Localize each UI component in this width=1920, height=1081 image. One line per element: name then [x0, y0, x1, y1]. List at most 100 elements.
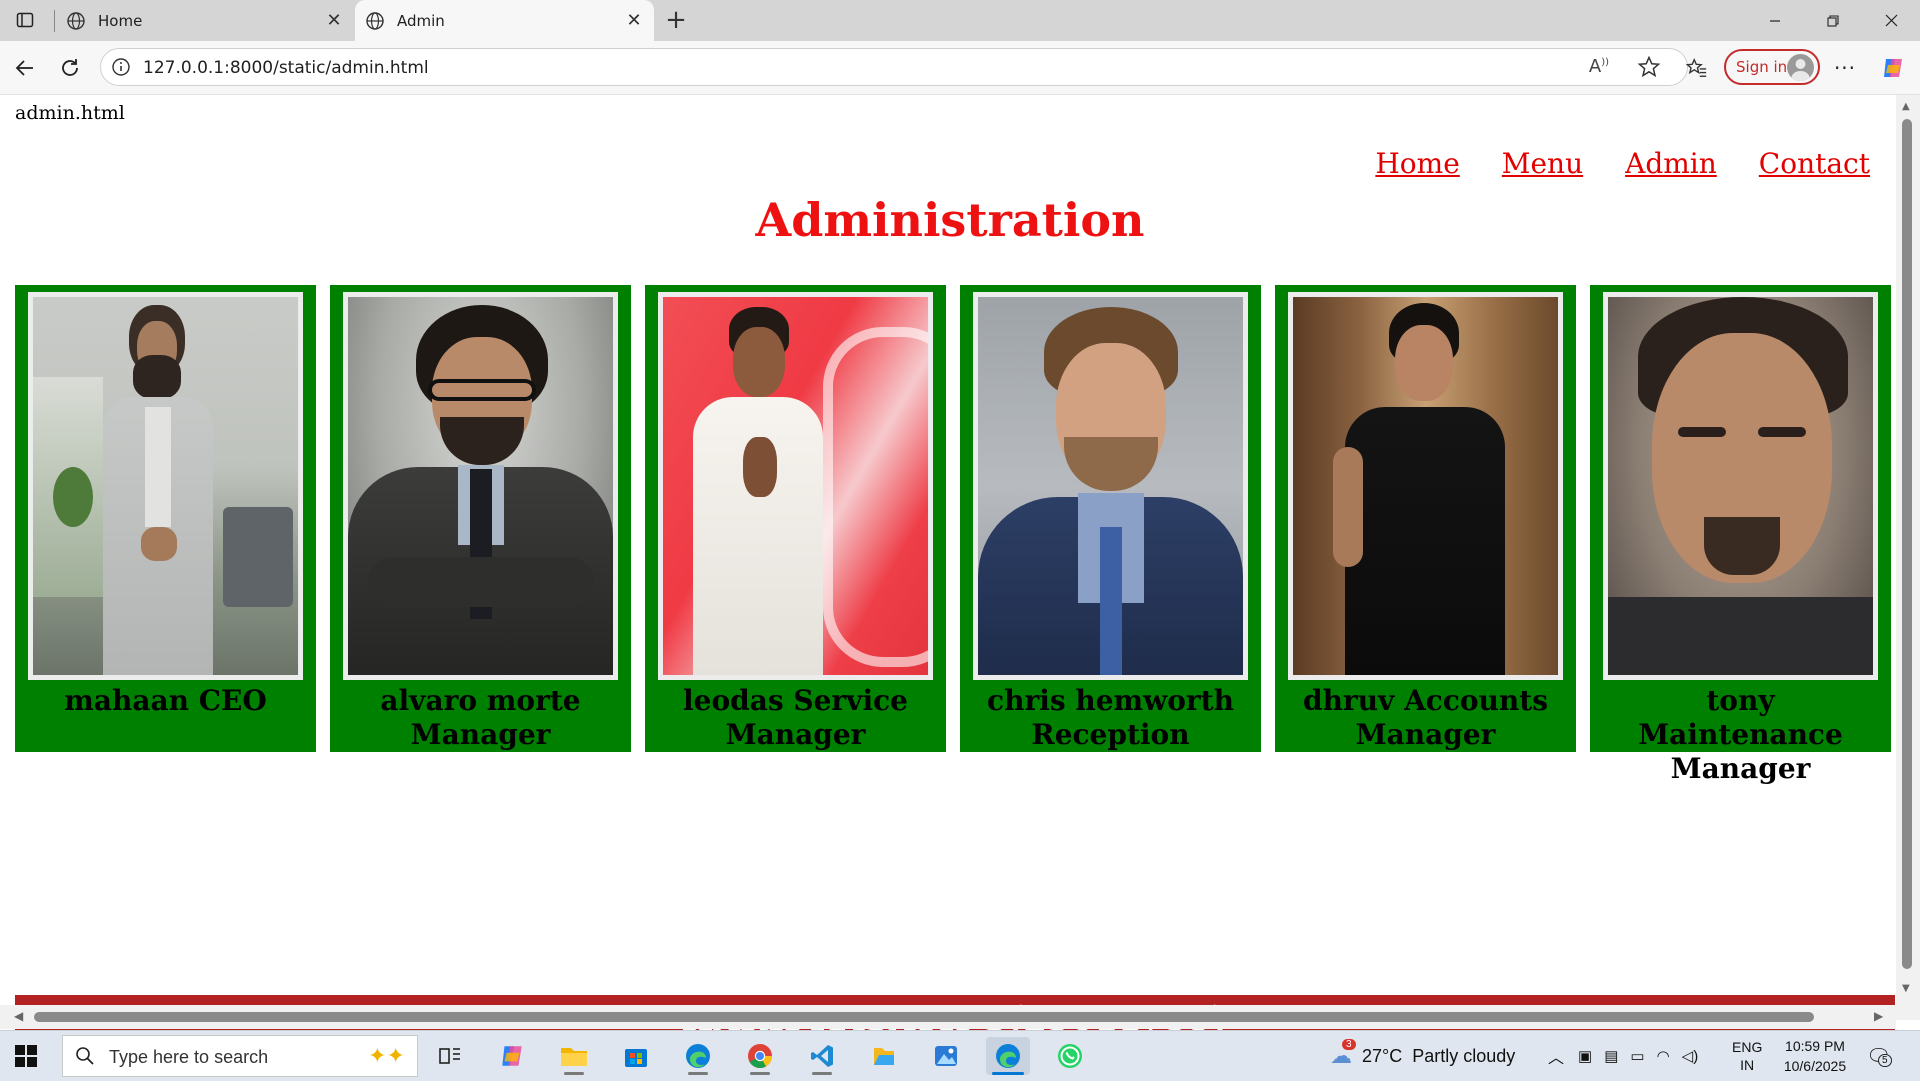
- close-window-button[interactable]: [1862, 0, 1920, 41]
- staff-caption: dhruv Accounts Manager: [1303, 684, 1548, 751]
- restore-button[interactable]: [1804, 0, 1862, 41]
- whatsapp-icon: [1058, 1044, 1082, 1068]
- address-bar[interactable]: 127.0.0.1:8000/static/admin.html A)): [100, 48, 1688, 86]
- photos-icon: [935, 1046, 957, 1066]
- wifi-icon[interactable]: ◠: [1657, 1047, 1670, 1065]
- scroll-left-icon[interactable]: ◀: [14, 1009, 23, 1023]
- tab-home[interactable]: Home ✕: [56, 0, 354, 41]
- folder-icon: [561, 1048, 587, 1066]
- store-icon: [625, 1049, 647, 1067]
- weather-text: 27°C Partly cloudy: [1362, 1045, 1516, 1066]
- taskbar-store[interactable]: [614, 1037, 658, 1075]
- staff-photo: [1608, 297, 1873, 675]
- nav-link-menu[interactable]: Menu: [1502, 147, 1583, 180]
- staff-card: dhruv Accounts Manager: [1275, 285, 1576, 752]
- weather-badge: 3: [1342, 1039, 1356, 1050]
- weather-widget[interactable]: ☁ 3 27°C Partly cloudy: [1330, 1031, 1515, 1081]
- close-tab-icon[interactable]: ✕: [320, 7, 348, 35]
- vertical-scrollbar[interactable]: ▲ ▼: [1896, 95, 1920, 1020]
- notification-center-button[interactable]: 🗨 5: [1866, 1031, 1892, 1081]
- taskbar-chrome[interactable]: [738, 1037, 782, 1075]
- taskbar-photos[interactable]: [924, 1037, 968, 1075]
- battery-icon[interactable]: ▭: [1630, 1047, 1644, 1065]
- url-text[interactable]: 127.0.0.1:8000/static/admin.html: [143, 58, 429, 78]
- search-placeholder: Type here to search: [109, 1047, 269, 1067]
- staff-photo: [33, 297, 298, 675]
- main-nav: Home Menu Admin Contact: [1375, 147, 1870, 180]
- staff-caption: alvaro morte Manager: [380, 684, 581, 751]
- minimize-button[interactable]: [1746, 0, 1804, 41]
- scroll-down-icon[interactable]: ▼: [1902, 983, 1910, 994]
- taskbar-files-app[interactable]: [862, 1037, 906, 1075]
- edge-icon: [686, 1044, 710, 1068]
- nav-link-admin[interactable]: Admin: [1625, 147, 1717, 180]
- language-indicator[interactable]: ENG IN: [1732, 1031, 1762, 1081]
- clock[interactable]: 10:59 PM 10/6/2025: [1780, 1031, 1850, 1081]
- sign-in-button[interactable]: Sign in: [1724, 49, 1820, 85]
- windows-start-icon[interactable]: [14, 1044, 38, 1068]
- globe-icon: [67, 11, 85, 30]
- vertical-scroll-thumb[interactable]: [1902, 119, 1912, 969]
- taskbar-vscode[interactable]: [800, 1037, 844, 1075]
- photo-frame: [28, 292, 303, 680]
- staff-card: mahaan CEO: [15, 285, 316, 752]
- favorites-button[interactable]: [1680, 51, 1714, 85]
- copilot-button[interactable]: [1876, 51, 1910, 85]
- tab-divider: [54, 10, 55, 32]
- staff-card: alvaro morte Manager: [330, 285, 631, 752]
- tab-actions-button[interactable]: [11, 8, 39, 32]
- clock-date: 10/6/2025: [1783, 1058, 1847, 1074]
- taskbar-edge[interactable]: [676, 1037, 720, 1075]
- tab-admin[interactable]: Admin ✕: [355, 0, 654, 41]
- notification-count: 5: [1878, 1053, 1892, 1067]
- nav-link-contact[interactable]: Contact: [1759, 147, 1870, 180]
- horizontal-scroll-thumb[interactable]: [34, 1012, 1814, 1022]
- taskbar-edge-active[interactable]: [986, 1037, 1030, 1075]
- staff-caption: tony Maintenance Manager: [1638, 684, 1843, 785]
- new-tab-button[interactable]: +: [662, 5, 690, 35]
- show-hidden-icons-icon[interactable]: ︿: [1548, 1044, 1564, 1068]
- favorite-star-icon[interactable]: [1637, 55, 1661, 79]
- settings-more-button[interactable]: ···: [1828, 51, 1862, 85]
- device-icon[interactable]: ▣: [1578, 1047, 1592, 1065]
- photo-frame: [973, 292, 1248, 680]
- scroll-up-icon[interactable]: ▲: [1902, 101, 1910, 112]
- copilot-icon: [1884, 59, 1902, 77]
- page-filename-text: admin.html: [15, 102, 125, 124]
- nav-link-home[interactable]: Home: [1375, 147, 1459, 180]
- meet-now-icon[interactable]: ▤: [1604, 1047, 1618, 1065]
- tab-strip: Home ✕ Admin ✕ +: [0, 0, 1920, 41]
- taskbar-whatsapp[interactable]: [1048, 1037, 1092, 1075]
- taskbar-file-explorer[interactable]: [552, 1037, 596, 1075]
- photo-frame: [1288, 292, 1563, 680]
- language-bottom: IN: [1740, 1057, 1755, 1073]
- clock-time: 10:59 PM: [1785, 1038, 1845, 1054]
- system-tray-icons: ︿ ▣ ▤ ▭ ◠ ◁): [1548, 1031, 1698, 1081]
- search-highlight-icon: ✦✦: [368, 1044, 405, 1069]
- staff-card: leodas Service Manager: [645, 285, 946, 752]
- photo-frame: [658, 292, 933, 680]
- photo-frame: [1603, 292, 1878, 680]
- sign-in-label: Sign in: [1736, 58, 1788, 76]
- taskbar-copilot[interactable]: [490, 1037, 534, 1075]
- back-arrow-icon: [15, 60, 33, 76]
- edge-icon: [996, 1044, 1020, 1068]
- refresh-button[interactable]: [53, 51, 87, 85]
- restore-icon: [1827, 14, 1839, 27]
- staff-photo: [348, 297, 613, 675]
- taskbar-search-box[interactable]: Type here to search ✦✦: [62, 1035, 418, 1077]
- site-info-icon[interactable]: [111, 57, 131, 77]
- task-view-button[interactable]: [428, 1037, 472, 1075]
- back-button[interactable]: [8, 51, 42, 85]
- staff-card: chris hemworth Reception: [960, 285, 1261, 752]
- volume-icon[interactable]: ◁): [1682, 1047, 1699, 1065]
- read-aloud-icon[interactable]: A)): [1589, 56, 1609, 77]
- notification-icon: 🗨 5: [1866, 1044, 1892, 1069]
- horizontal-scrollbar[interactable]: ◀ ▶: [0, 1005, 1896, 1029]
- close-icon: [1885, 14, 1897, 27]
- tab-actions-icon: [16, 12, 34, 28]
- scroll-right-icon[interactable]: ▶: [1874, 1009, 1883, 1023]
- staff-photo: [1293, 297, 1558, 675]
- close-tab-icon[interactable]: ✕: [620, 7, 648, 35]
- page-title: Administration: [755, 193, 1145, 247]
